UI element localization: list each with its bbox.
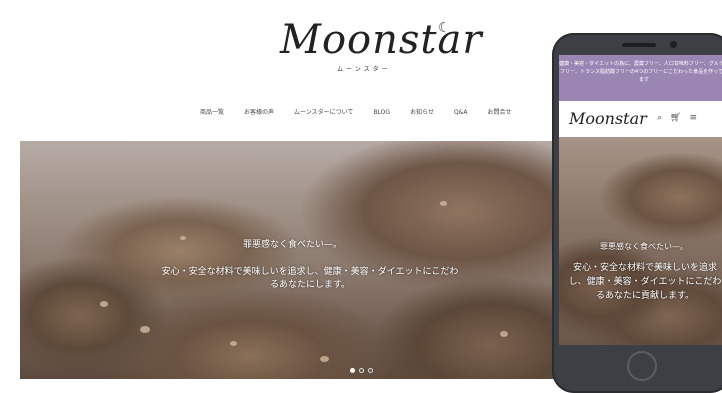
logo-wordmark: Moonstar: [280, 17, 483, 63]
search-icon[interactable]: ⌕: [657, 113, 662, 123]
nav-item-contact[interactable]: お問合せ: [487, 107, 511, 119]
hero-body: 安心・安全な材料で美味しいを追求し、健康・美容・ダイエットにこだわるあなたにしま…: [161, 267, 459, 290]
phone-speaker: [622, 43, 656, 47]
phone-mockup: 健康・美容・ダイエットの為に、農薬フリー、人口甘味料フリー、グルテンフリー、トラ…: [552, 33, 722, 393]
cart-icon[interactable]: 🛒︎: [670, 113, 681, 123]
nav-item-about[interactable]: ムーンスターについて: [294, 107, 353, 119]
phone-hero-title: 罪悪感なく食べたい—。: [600, 242, 688, 251]
slider-dot[interactable]: [368, 368, 373, 373]
nav-item-news[interactable]: お知らせ: [410, 107, 434, 119]
hero-slider[interactable]: 罪悪感なく食べたい—。 安心・安全な材料で美味しいを追求し、健康・美容・ダイエッ…: [20, 141, 565, 379]
hero-title: 罪悪感なく食べたい—。: [242, 240, 342, 250]
global-nav: 商品一覧 お客様の声 ムーンスターについて BLOG お知らせ Q&A お問合せ: [200, 107, 531, 119]
slider-dots: [350, 368, 373, 373]
nav-item-faq[interactable]: Q&A: [454, 107, 468, 119]
phone-header: Moonstar ⌕ 🛒︎ ≡: [559, 101, 722, 137]
phone-screen: 健康・美容・ダイエットの為に、農薬フリー、人口甘味料フリー、グルテンフリー、トラ…: [559, 55, 722, 345]
cookie-crumb: [100, 301, 108, 307]
cookie-crumb: [320, 356, 329, 362]
phone-hero-body: 安心・安全な材料で美味しいを追求し、健康・美容・ダイエットにこだわるあなたに貢献…: [568, 263, 722, 301]
phone-announcement-banner: 健康・美容・ダイエットの為に、農薬フリー、人口甘味料フリー、グルテンフリー、トラ…: [559, 55, 722, 101]
phone-header-icons: ⌕ 🛒︎ ≡: [657, 113, 697, 123]
nav-item-products[interactable]: 商品一覧: [200, 107, 224, 119]
moon-icon: ☾: [438, 20, 451, 36]
phone-logo[interactable]: Moonstar: [569, 109, 647, 128]
slider-dot[interactable]: [350, 368, 355, 373]
phone-home-button[interactable]: [627, 351, 657, 381]
slider-dot[interactable]: [359, 368, 364, 373]
menu-icon[interactable]: ≡: [689, 113, 697, 123]
nav-item-blog[interactable]: BLOG: [373, 107, 390, 119]
cookie-crumb: [140, 326, 150, 333]
logo-kana: ムーンスター: [337, 66, 391, 73]
nav-item-reviews[interactable]: お客様の声: [244, 107, 274, 119]
cookie-crumb: [230, 341, 237, 346]
cookie-crumb: [500, 331, 508, 337]
cookie-crumb: [440, 201, 447, 206]
logo[interactable]: Moonstar ☾: [280, 18, 481, 66]
phone-hero[interactable]: 罪悪感なく食べたい—。 安心・安全な材料で美味しいを追求し、健康・美容・ダイエッ…: [559, 137, 722, 345]
phone-camera-icon: [670, 41, 677, 48]
